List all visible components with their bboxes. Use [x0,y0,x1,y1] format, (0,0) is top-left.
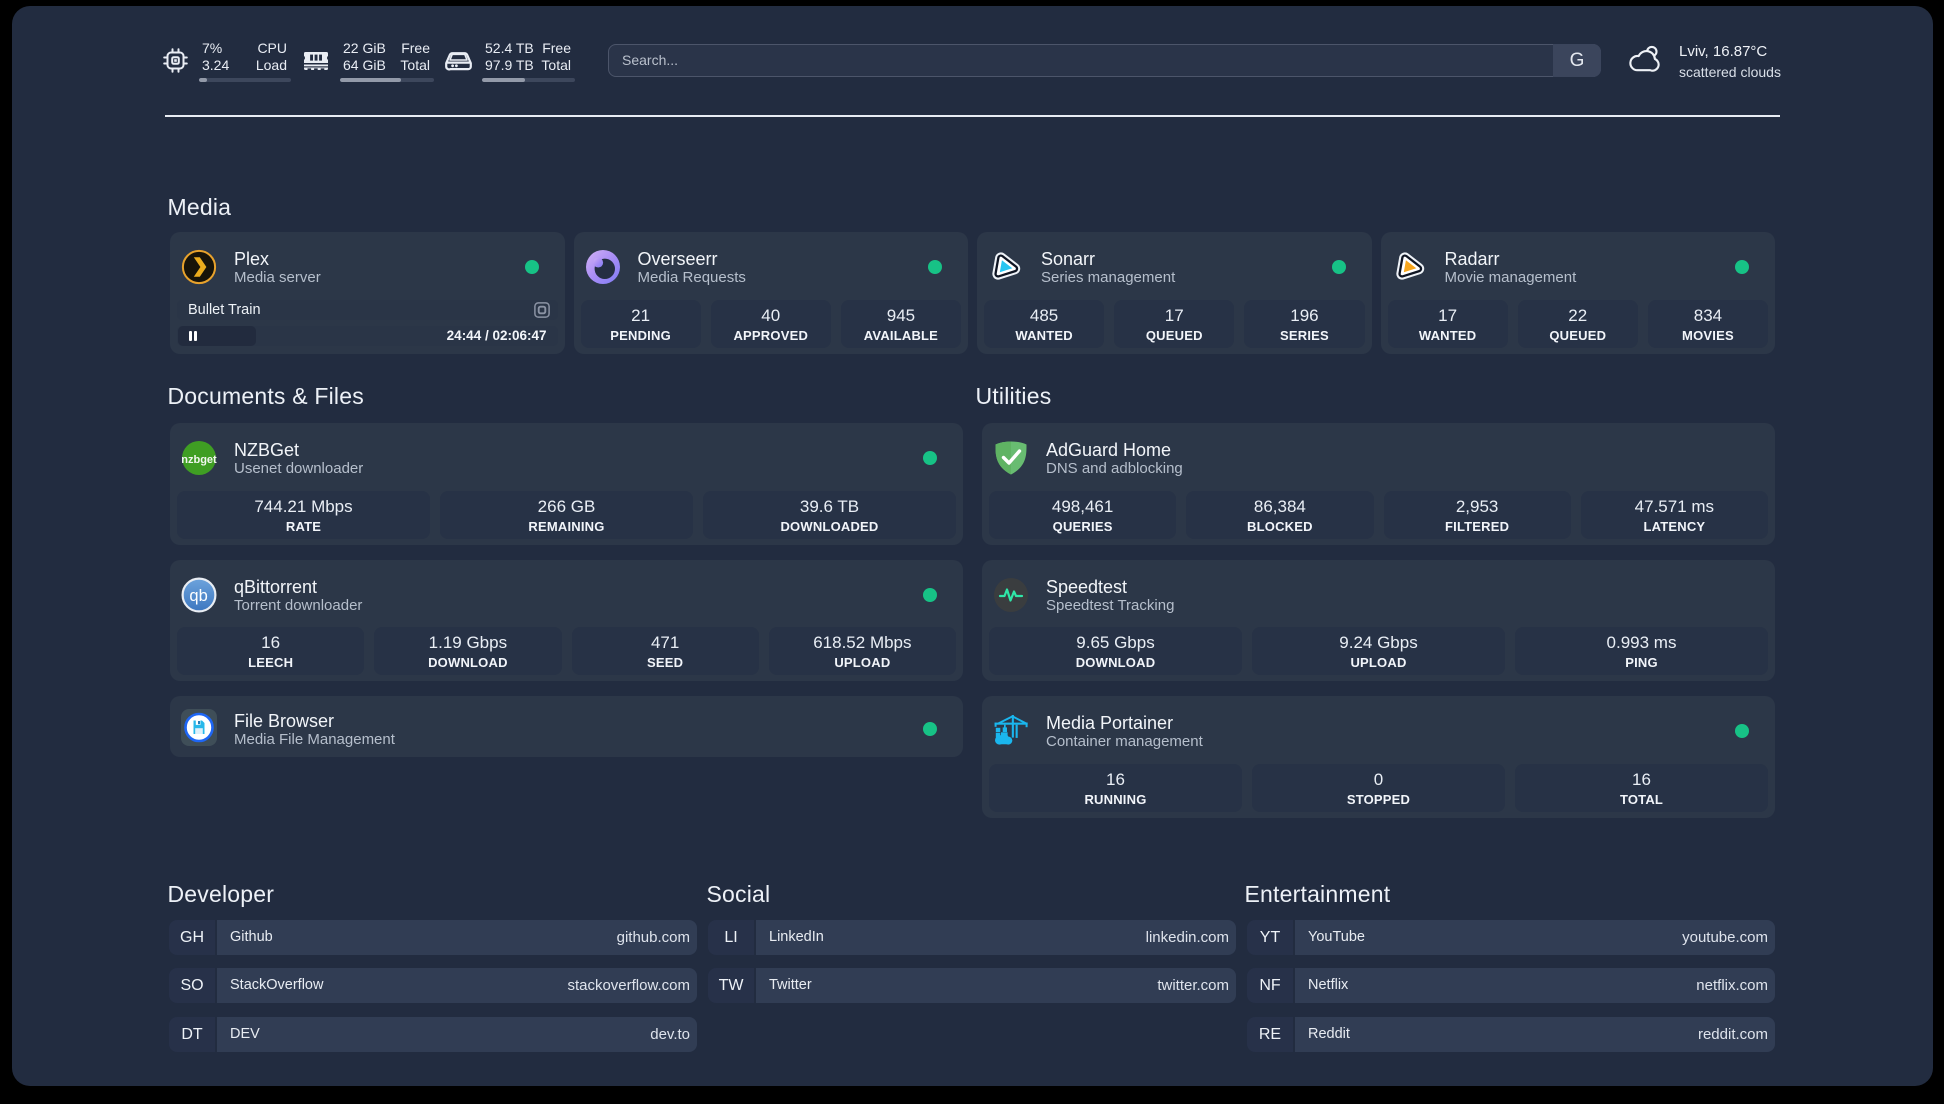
svg-text:nzbget: nzbget [181,454,217,466]
svg-text:qb: qb [189,587,207,605]
